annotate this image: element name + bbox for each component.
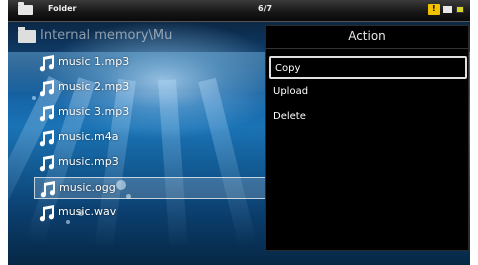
file-name: music 3.mp3: [58, 105, 130, 118]
music-note-icon: [39, 130, 55, 147]
folder-icon: [18, 27, 36, 43]
warning-icon: [428, 4, 440, 15]
divider: [266, 48, 468, 49]
music-note-icon: [40, 181, 56, 198]
item-counter: 6/7: [258, 4, 273, 13]
folder-status-icon: [443, 6, 452, 13]
music-note-icon: [39, 155, 55, 172]
path-label: Internal memory\Mu: [40, 28, 173, 43]
file-name: music.mp3: [58, 155, 119, 168]
top-bar: Folder 6/7: [8, 0, 470, 22]
music-note-icon: [39, 55, 55, 72]
folder-icon: [18, 2, 33, 15]
file-name: music.ogg: [59, 181, 116, 194]
file-name: music 1.mp3: [58, 55, 130, 68]
file-item[interactable]: music 2.mp3: [34, 77, 266, 99]
media-browser-screen: Folder 6/7 Internal memory\Mu music 1.mp…: [8, 0, 470, 265]
file-name: music.wav: [58, 205, 117, 218]
current-path: Internal memory\Mu: [18, 26, 268, 46]
file-item[interactable]: music.m4a: [34, 127, 266, 149]
action-menu-title: Action: [348, 29, 386, 43]
action-menu: Action Copy Upload Delete: [265, 25, 469, 251]
file-item[interactable]: music.mp3: [34, 152, 266, 174]
music-note-icon: [39, 205, 55, 222]
file-item-selected[interactable]: music.ogg: [34, 177, 266, 199]
battery-icon: [456, 6, 464, 13]
upload-menu-item[interactable]: Upload: [269, 81, 467, 104]
file-item[interactable]: music 3.mp3: [34, 102, 266, 124]
music-note-icon: [39, 105, 55, 122]
file-name: music.m4a: [58, 130, 119, 143]
delete-menu-item[interactable]: Delete: [269, 106, 467, 129]
file-name: music 2.mp3: [58, 80, 130, 93]
file-item[interactable]: music.wav: [34, 202, 266, 224]
copy-menu-item[interactable]: Copy: [269, 56, 467, 79]
top-bar-title: Folder: [48, 4, 77, 13]
file-item[interactable]: music 1.mp3: [34, 52, 266, 74]
music-note-icon: [39, 80, 55, 97]
